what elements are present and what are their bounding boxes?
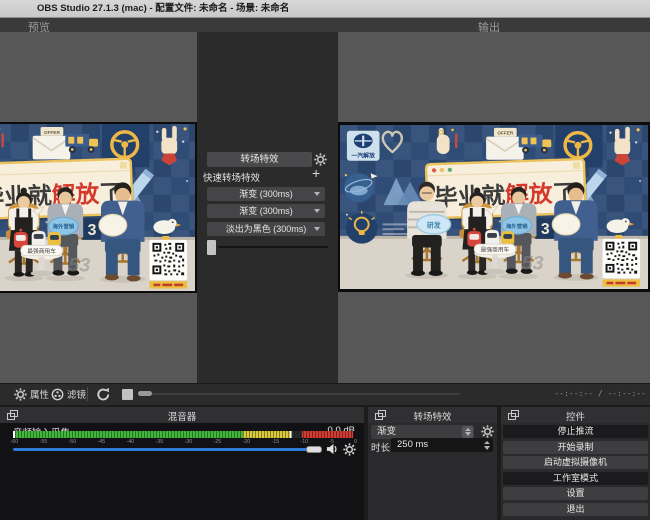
source-toolbar: 属性 滤镜 --:--:-- / --:--:-- <box>0 384 650 405</box>
window-title: OBS Studio 27.1.3 (mac) - 配置文件: 未命名 - 场景… <box>37 3 289 14</box>
settings-button[interactable]: 设置 <box>503 487 648 500</box>
mixer-panel: 混音器 音频输入采集 0.0 dB -60-55 -50-45 -40-35 -… <box>0 407 364 520</box>
divider <box>87 387 88 401</box>
title-bar[interactable]: OBS Studio 27.1.3 (mac) - 配置文件: 未命名 - 场景… <box>0 0 650 18</box>
transition-select[interactable]: 渐变 <box>371 425 474 439</box>
transition-panel-title: 转场特效 <box>368 409 497 423</box>
spin-arrows-icon[interactable] <box>484 441 490 450</box>
refresh-icon[interactable] <box>96 387 111 402</box>
filter-icon <box>51 388 64 401</box>
quick-transition-1[interactable]: 渐变 (300ms) <box>207 187 325 201</box>
exit-button[interactable]: 退出 <box>503 503 648 516</box>
start-virtual-camera-button[interactable]: 启动虚拟摄像机 <box>503 456 648 469</box>
transition-settings-gear-icon[interactable] <box>481 425 494 438</box>
controls-panel-title: 控件 <box>501 409 650 423</box>
quick-transitions-label: 快速转场特效 <box>203 170 260 184</box>
mixer-gear-icon[interactable] <box>343 443 356 456</box>
transition-slider-track[interactable] <box>218 246 328 248</box>
stop-streaming-button[interactable]: 停止推流 <box>503 425 648 438</box>
chevron-down-icon <box>314 227 320 231</box>
filters-button[interactable]: 滤镜 <box>51 387 86 401</box>
transition-panel: 转场特效 渐变 时长 250 ms <box>368 407 497 520</box>
volume-slider-handle[interactable] <box>306 446 322 453</box>
transition-panel-body: 渐变 时长 250 ms <box>368 423 497 520</box>
studio-mode-button[interactable]: 工作室模式 <box>503 472 648 485</box>
stop-square-icon[interactable] <box>122 389 133 400</box>
duration-spinbox[interactable]: 250 ms <box>391 438 493 452</box>
mixer-body: 音频输入采集 0.0 dB -60-55 -50-45 -40-35 -30-2… <box>0 423 364 520</box>
controls-panel: 控件 停止推流 开始录制 启动虚拟摄像机 工作室模式 设置 退出 <box>501 407 650 520</box>
gear-icon <box>14 388 27 401</box>
transition-panel-header[interactable]: 转场特效 <box>368 407 497 423</box>
add-quick-transition-icon[interactable]: + <box>312 165 320 181</box>
transition-slider-handle[interactable] <box>207 240 216 255</box>
scale-slider-track[interactable] <box>138 393 460 395</box>
speaker-icon[interactable] <box>326 443 339 456</box>
duration-label: 时长 <box>371 440 390 454</box>
stepper-icon[interactable] <box>462 426 473 438</box>
chevron-down-icon <box>314 192 320 196</box>
meter-scale: -60-55 -50-45 -40-35 -30-25 -20-15 -10-5… <box>10 439 358 445</box>
chevron-down-icon <box>314 209 320 213</box>
mixer-title: 混音器 <box>0 409 364 423</box>
controls-panel-body: 停止推流 开始录制 启动虚拟摄像机 工作室模式 设置 退出 <box>501 423 650 520</box>
controls-panel-header[interactable]: 控件 <box>501 407 650 423</box>
mixer-header[interactable]: 混音器 <box>0 407 364 423</box>
obs-window: OBS Studio 27.1.3 (mac) - 配置文件: 未命名 - 场景… <box>0 0 650 520</box>
transition-button[interactable]: 转场特效 <box>207 152 312 167</box>
scale-slider-handle[interactable] <box>138 391 152 396</box>
timecode: --:--:-- / --:--:-- <box>554 389 646 398</box>
volume-meter <box>13 431 355 438</box>
program-video[interactable] <box>338 122 650 292</box>
start-recording-button[interactable]: 开始录制 <box>503 441 648 454</box>
quick-transition-3[interactable]: 淡出为黑色 (300ms) <box>207 222 325 236</box>
pane-label-strip: 预览 输出 <box>0 18 650 32</box>
preview-video[interactable] <box>0 122 197 293</box>
volume-slider-track[interactable] <box>13 448 322 451</box>
quick-transition-2[interactable]: 渐变 (300ms) <box>207 204 325 218</box>
properties-button[interactable]: 属性 <box>14 387 49 401</box>
